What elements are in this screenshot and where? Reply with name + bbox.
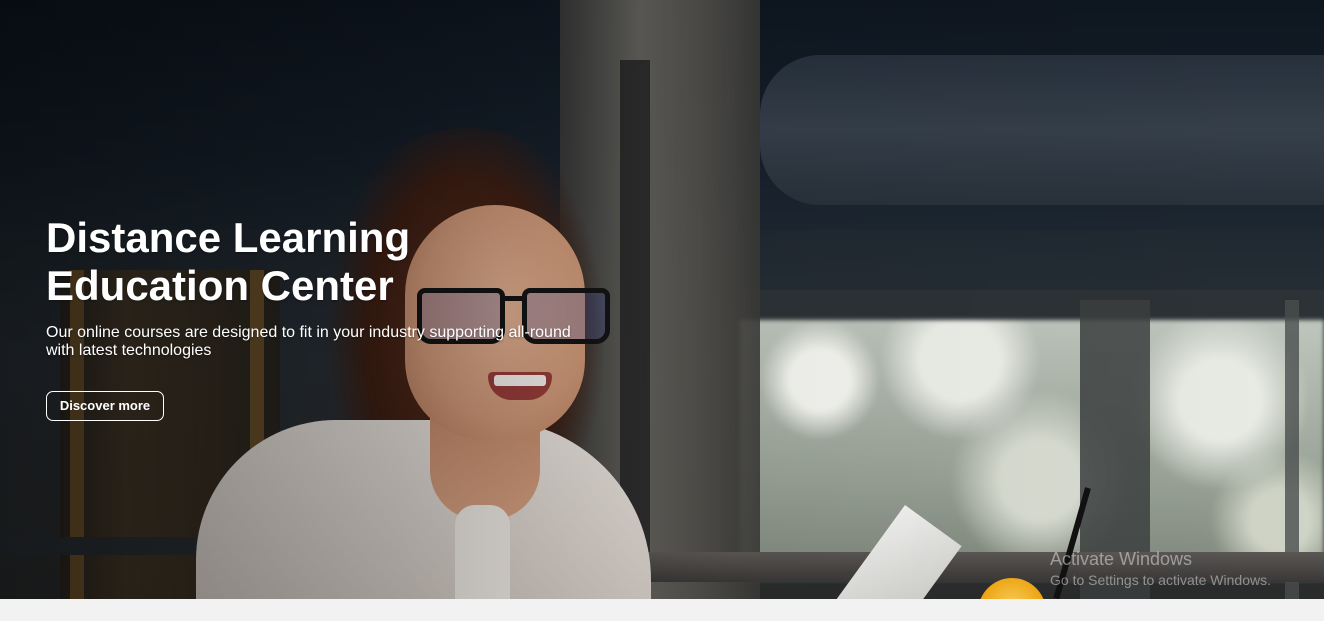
watermark-title: Activate Windows bbox=[1050, 549, 1193, 569]
hero-title: Distance Learning Education Center bbox=[46, 214, 466, 310]
hero-title-line: Distance Learning bbox=[46, 214, 411, 261]
hero-title-line: Education Center bbox=[46, 262, 394, 309]
hero-subtitle-line: Our online courses are designed to fit i… bbox=[46, 324, 571, 341]
hero-subtitle: Our online courses are designed to fit i… bbox=[46, 324, 606, 360]
hero-section: Distance Learning Education Center Our o… bbox=[0, 0, 1324, 599]
activate-windows-watermark: Activate Windows Go to Settings to activ… bbox=[1050, 549, 1271, 591]
watermark-subtitle: Go to Settings to activate Windows. bbox=[1050, 572, 1271, 588]
page-bottom-strip bbox=[0, 599, 1324, 621]
discover-more-button[interactable]: Discover more bbox=[46, 391, 164, 421]
hero-subtitle-line: with latest technologies bbox=[46, 342, 212, 359]
